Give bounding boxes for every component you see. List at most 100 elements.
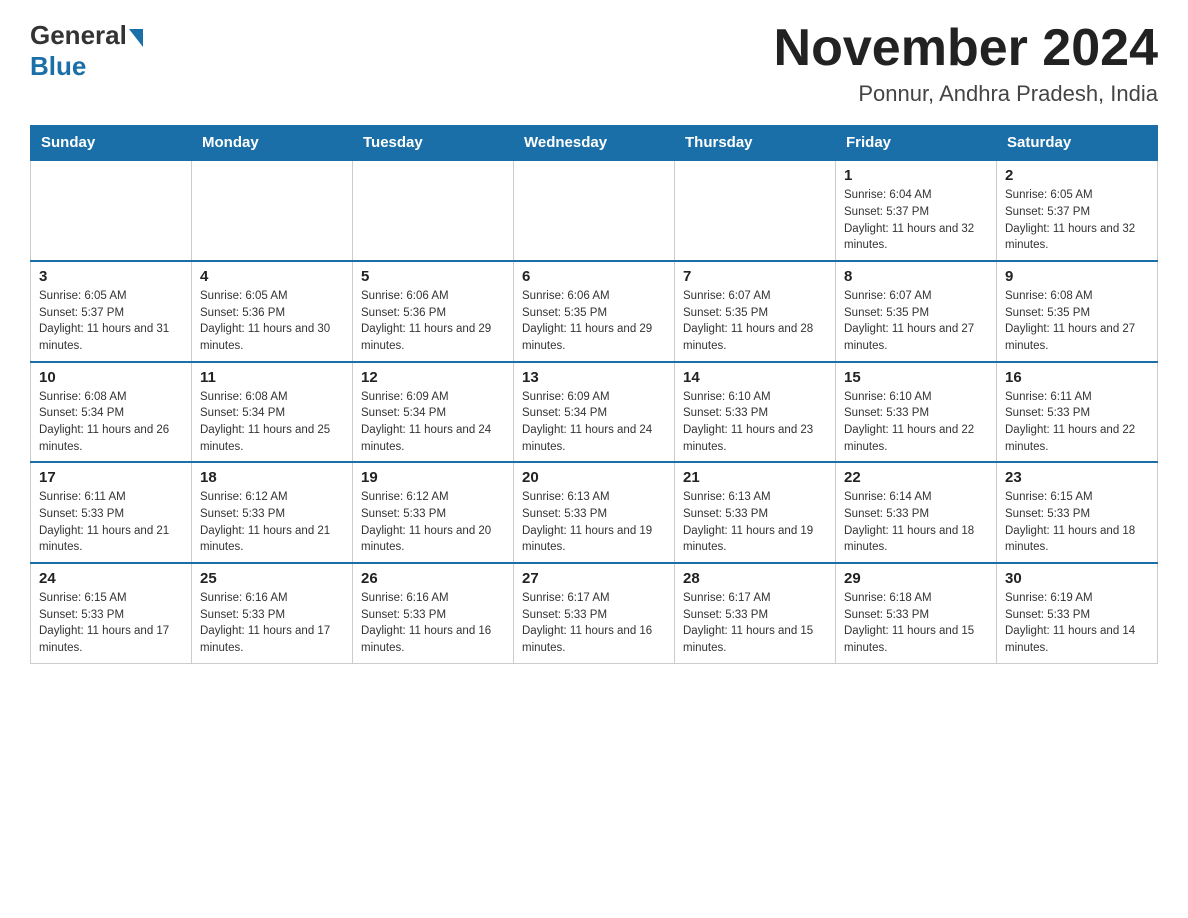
day-number: 9 bbox=[1005, 268, 1149, 285]
calendar-cell: 16 Sunrise: 6:11 AMSunset: 5:33 PMDayligh… bbox=[997, 362, 1158, 463]
calendar-cell: 22 Sunrise: 6:14 AMSunset: 5:33 PMDayligh… bbox=[836, 462, 997, 563]
calendar-cell: 9 Sunrise: 6:08 AMSunset: 5:35 PMDaylight… bbox=[997, 261, 1158, 362]
day-info: Sunrise: 6:16 AMSunset: 5:33 PMDaylight:… bbox=[361, 590, 505, 657]
day-number: 4 bbox=[200, 268, 344, 285]
day-number: 21 bbox=[683, 469, 827, 486]
calendar-cell: 1Sunrise: 6:04 AMSunset: 5:37 PMDaylight… bbox=[836, 160, 997, 261]
day-number: 12 bbox=[361, 369, 505, 386]
day-info: Sunrise: 6:13 AMSunset: 5:33 PMDaylight:… bbox=[522, 489, 666, 556]
day-info: Sunrise: 6:12 AMSunset: 5:33 PMDaylight:… bbox=[361, 489, 505, 556]
day-number: 28 bbox=[683, 570, 827, 587]
day-info: Sunrise: 6:10 AMSunset: 5:33 PMDaylight:… bbox=[844, 389, 988, 456]
calendar-subtitle: Ponnur, Andhra Pradesh, India bbox=[774, 81, 1158, 107]
calendar-week-1: 1Sunrise: 6:04 AMSunset: 5:37 PMDaylight… bbox=[31, 160, 1158, 261]
calendar-cell: 13Sunrise: 6:09 AMSunset: 5:34 PMDayligh… bbox=[514, 362, 675, 463]
calendar-cell: 14 Sunrise: 6:10 AMSunset: 5:33 PMDayligh… bbox=[675, 362, 836, 463]
day-info: Sunrise: 6:13 AMSunset: 5:33 PMDaylight:… bbox=[683, 489, 827, 556]
page-header: General Blue November 2024 Ponnur, Andhr… bbox=[30, 20, 1158, 107]
calendar-cell bbox=[192, 160, 353, 261]
calendar-cell: 28 Sunrise: 6:17 AMSunset: 5:33 PMDayligh… bbox=[675, 563, 836, 663]
day-number: 6 bbox=[522, 268, 666, 285]
calendar-cell: 30 Sunrise: 6:19 AMSunset: 5:33 PMDayligh… bbox=[997, 563, 1158, 663]
day-number: 27 bbox=[522, 570, 666, 587]
day-number: 26 bbox=[361, 570, 505, 587]
weekday-header-thursday: Thursday bbox=[675, 126, 836, 161]
calendar-cell: 10 Sunrise: 6:08 AMSunset: 5:34 PMDayligh… bbox=[31, 362, 192, 463]
day-number: 19 bbox=[361, 469, 505, 486]
day-number: 25 bbox=[200, 570, 344, 587]
calendar-cell: 19 Sunrise: 6:12 AMSunset: 5:33 PMDayligh… bbox=[353, 462, 514, 563]
day-info: Sunrise: 6:05 AMSunset: 5:36 PMDaylight:… bbox=[200, 288, 344, 355]
calendar-cell bbox=[31, 160, 192, 261]
day-number: 16 bbox=[1005, 369, 1149, 386]
weekday-header-saturday: Saturday bbox=[997, 126, 1158, 161]
day-number: 11 bbox=[200, 369, 344, 386]
day-number: 29 bbox=[844, 570, 988, 587]
calendar-cell: 12 Sunrise: 6:09 AMSunset: 5:34 PMDayligh… bbox=[353, 362, 514, 463]
calendar-cell: 25 Sunrise: 6:16 AMSunset: 5:33 PMDayligh… bbox=[192, 563, 353, 663]
day-info: Sunrise: 6:07 AMSunset: 5:35 PMDaylight:… bbox=[844, 288, 988, 355]
weekday-header-sunday: Sunday bbox=[31, 126, 192, 161]
day-info: Sunrise: 6:08 AMSunset: 5:34 PMDaylight:… bbox=[200, 389, 344, 456]
day-info: Sunrise: 6:06 AMSunset: 5:36 PMDaylight:… bbox=[361, 288, 505, 355]
calendar-cell: 11 Sunrise: 6:08 AMSunset: 5:34 PMDayligh… bbox=[192, 362, 353, 463]
calendar-cell: 3 Sunrise: 6:05 AMSunset: 5:37 PMDaylight… bbox=[31, 261, 192, 362]
day-number: 23 bbox=[1005, 469, 1149, 486]
day-number: 20 bbox=[522, 469, 666, 486]
day-number: 22 bbox=[844, 469, 988, 486]
day-info: Sunrise: 6:16 AMSunset: 5:33 PMDaylight:… bbox=[200, 590, 344, 657]
day-number: 7 bbox=[683, 268, 827, 285]
calendar-cell bbox=[675, 160, 836, 261]
calendar-cell: 29Sunrise: 6:18 AMSunset: 5:33 PMDayligh… bbox=[836, 563, 997, 663]
day-number: 30 bbox=[1005, 570, 1149, 587]
day-info: Sunrise: 6:11 AMSunset: 5:33 PMDaylight:… bbox=[39, 489, 183, 556]
calendar-cell: 18Sunrise: 6:12 AMSunset: 5:33 PMDayligh… bbox=[192, 462, 353, 563]
day-info: Sunrise: 6:08 AMSunset: 5:35 PMDaylight:… bbox=[1005, 288, 1149, 355]
calendar-week-2: 3 Sunrise: 6:05 AMSunset: 5:37 PMDaylight… bbox=[31, 261, 1158, 362]
weekday-header-monday: Monday bbox=[192, 126, 353, 161]
day-info: Sunrise: 6:05 AMSunset: 5:37 PMDaylight:… bbox=[39, 288, 183, 355]
day-number: 3 bbox=[39, 268, 183, 285]
calendar-cell: 6 Sunrise: 6:06 AMSunset: 5:35 PMDaylight… bbox=[514, 261, 675, 362]
day-number: 14 bbox=[683, 369, 827, 386]
calendar-cell: 7 Sunrise: 6:07 AMSunset: 5:35 PMDaylight… bbox=[675, 261, 836, 362]
calendar-week-5: 24Sunrise: 6:15 AMSunset: 5:33 PMDayligh… bbox=[31, 563, 1158, 663]
day-info: Sunrise: 6:15 AMSunset: 5:33 PMDaylight:… bbox=[1005, 489, 1149, 556]
logo: General Blue bbox=[30, 20, 145, 82]
day-info: Sunrise: 6:17 AMSunset: 5:33 PMDaylight:… bbox=[683, 590, 827, 657]
day-info: Sunrise: 6:08 AMSunset: 5:34 PMDaylight:… bbox=[39, 389, 183, 456]
calendar-header-row: SundayMondayTuesdayWednesdayThursdayFrid… bbox=[31, 126, 1158, 161]
calendar-cell: 8 Sunrise: 6:07 AMSunset: 5:35 PMDaylight… bbox=[836, 261, 997, 362]
day-number: 13 bbox=[522, 369, 666, 386]
day-info: Sunrise: 6:19 AMSunset: 5:33 PMDaylight:… bbox=[1005, 590, 1149, 657]
calendar-cell bbox=[353, 160, 514, 261]
calendar-cell: 5Sunrise: 6:06 AMSunset: 5:36 PMDaylight… bbox=[353, 261, 514, 362]
day-info: Sunrise: 6:11 AMSunset: 5:33 PMDaylight:… bbox=[1005, 389, 1149, 456]
day-number: 15 bbox=[844, 369, 988, 386]
calendar-cell: 21 Sunrise: 6:13 AMSunset: 5:33 PMDayligh… bbox=[675, 462, 836, 563]
weekday-header-tuesday: Tuesday bbox=[353, 126, 514, 161]
logo-arrow-icon bbox=[129, 29, 143, 47]
day-info: Sunrise: 6:14 AMSunset: 5:33 PMDaylight:… bbox=[844, 489, 988, 556]
calendar-cell: 27 Sunrise: 6:17 AMSunset: 5:33 PMDayligh… bbox=[514, 563, 675, 663]
day-info: Sunrise: 6:17 AMSunset: 5:33 PMDaylight:… bbox=[522, 590, 666, 657]
weekday-header-friday: Friday bbox=[836, 126, 997, 161]
day-info: Sunrise: 6:09 AMSunset: 5:34 PMDaylight:… bbox=[361, 389, 505, 456]
calendar-title: November 2024 bbox=[774, 20, 1158, 77]
calendar-cell: 26 Sunrise: 6:16 AMSunset: 5:33 PMDayligh… bbox=[353, 563, 514, 663]
calendar-week-4: 17Sunrise: 6:11 AMSunset: 5:33 PMDayligh… bbox=[31, 462, 1158, 563]
day-info: Sunrise: 6:10 AMSunset: 5:33 PMDaylight:… bbox=[683, 389, 827, 456]
day-info: Sunrise: 6:05 AMSunset: 5:37 PMDaylight:… bbox=[1005, 187, 1149, 254]
calendar-table: SundayMondayTuesdayWednesdayThursdayFrid… bbox=[30, 125, 1158, 663]
day-info: Sunrise: 6:06 AMSunset: 5:35 PMDaylight:… bbox=[522, 288, 666, 355]
day-number: 1 bbox=[844, 167, 988, 184]
day-info: Sunrise: 6:07 AMSunset: 5:35 PMDaylight:… bbox=[683, 288, 827, 355]
calendar-cell: 24Sunrise: 6:15 AMSunset: 5:33 PMDayligh… bbox=[31, 563, 192, 663]
title-section: November 2024 Ponnur, Andhra Pradesh, In… bbox=[774, 20, 1158, 107]
day-number: 10 bbox=[39, 369, 183, 386]
calendar-cell: 2Sunrise: 6:05 AMSunset: 5:37 PMDaylight… bbox=[997, 160, 1158, 261]
day-number: 8 bbox=[844, 268, 988, 285]
day-number: 18 bbox=[200, 469, 344, 486]
calendar-week-3: 10 Sunrise: 6:08 AMSunset: 5:34 PMDayligh… bbox=[31, 362, 1158, 463]
calendar-cell: 4 Sunrise: 6:05 AMSunset: 5:36 PMDaylight… bbox=[192, 261, 353, 362]
